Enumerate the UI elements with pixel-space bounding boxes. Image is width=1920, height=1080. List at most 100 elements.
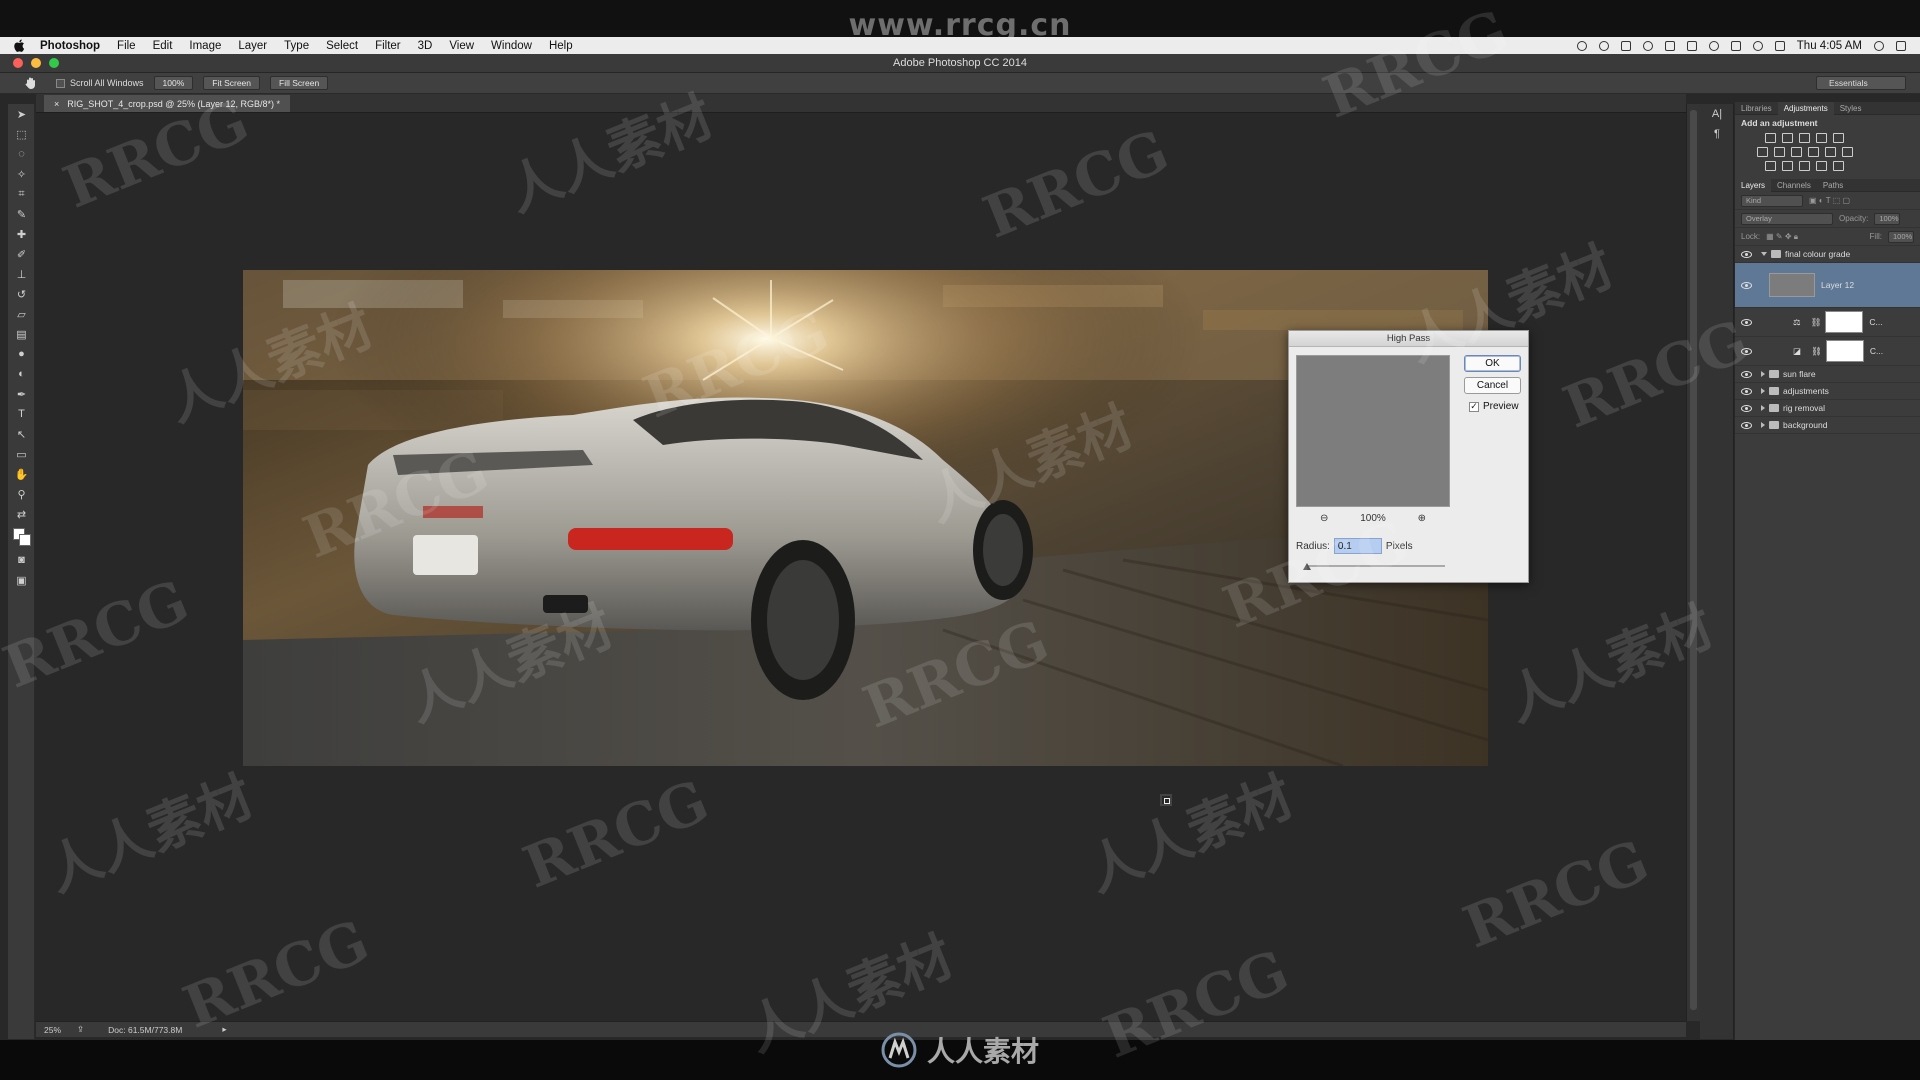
path-selection-tool-icon[interactable]: ↖ <box>8 424 35 444</box>
layer-mask-thumbnail[interactable] <box>1825 311 1864 333</box>
magic-wand-tool-icon[interactable]: ✧ <box>8 164 35 184</box>
menu-edit[interactable]: Edit <box>153 40 173 52</box>
levels-adjustment-icon[interactable] <box>1782 133 1793 143</box>
collapse-triangle-icon[interactable] <box>1761 405 1765 411</box>
eyedropper-tool-icon[interactable]: ✎ <box>8 204 35 224</box>
zoom-tool-icon[interactable]: ⚲ <box>8 484 35 504</box>
close-window-icon[interactable] <box>13 58 23 68</box>
opacity-input[interactable]: 100% <box>1874 212 1901 225</box>
swap-colors-icon[interactable]: ⇄ <box>8 504 35 524</box>
volume-icon[interactable] <box>1774 40 1785 51</box>
fill-input[interactable]: 100% <box>1888 230 1914 243</box>
menu-file[interactable]: File <box>117 40 136 52</box>
slider-knob[interactable] <box>1303 563 1311 570</box>
visibility-eye-icon[interactable] <box>1735 370 1757 378</box>
menu-app-photoshop[interactable]: Photoshop <box>40 40 100 52</box>
color-swatches-icon[interactable] <box>8 524 35 550</box>
layer-layer-12[interactable]: Layer 12 <box>1735 263 1920 308</box>
quick-mask-icon[interactable]: ◙ <box>8 550 35 570</box>
gradient-tool-icon[interactable]: ▤ <box>8 324 35 344</box>
hand-tool-panel-icon[interactable]: ✋ <box>8 464 35 484</box>
vibrance-adjustment-icon[interactable] <box>1833 133 1844 143</box>
channel-mixer-adjustment-icon[interactable] <box>1825 147 1836 157</box>
dodge-tool-icon[interactable]: ◐ <box>8 364 35 384</box>
menu-window[interactable]: Window <box>491 40 532 52</box>
hue-saturation-adjustment-icon[interactable] <box>1757 147 1768 157</box>
tab-styles[interactable]: Styles <box>1834 104 1868 113</box>
wifi-icon[interactable] <box>1752 40 1763 51</box>
cancel-button[interactable]: Cancel <box>1464 377 1521 394</box>
notification-center-icon[interactable] <box>1896 40 1906 51</box>
collapse-triangle-icon[interactable] <box>1761 422 1765 428</box>
visibility-eye-icon[interactable] <box>1735 250 1757 258</box>
vertical-scrollbar[interactable] <box>1686 104 1700 1021</box>
lasso-tool-icon[interactable]: ◌ <box>8 144 35 164</box>
preview-checkbox[interactable]: ✓ <box>1469 401 1479 412</box>
visibility-eye-icon[interactable] <box>1735 404 1757 412</box>
layer-group-final-colour-grade[interactable]: final colour grade <box>1735 246 1920 263</box>
scroll-all-windows-checkbox[interactable] <box>56 78 65 88</box>
color-lookup-adjustment-icon[interactable] <box>1842 147 1853 157</box>
hand-tool-icon[interactable] <box>24 76 40 90</box>
radius-input[interactable] <box>1333 538 1382 554</box>
pen-tool-icon[interactable]: ✒ <box>8 384 35 404</box>
move-tool-icon[interactable]: ➤ <box>8 104 35 124</box>
layer-group-sun-flare[interactable]: sun flare <box>1735 366 1920 383</box>
selective-color-adjustment-icon[interactable] <box>1833 161 1844 171</box>
exposure-adjustment-icon[interactable] <box>1816 133 1827 143</box>
document-tab[interactable]: × RIG_SHOT_4_crop.psd @ 25% (Layer 12, R… <box>44 95 290 112</box>
visibility-eye-icon[interactable] <box>1735 347 1757 355</box>
shape-tool-icon[interactable]: ▭ <box>8 444 35 464</box>
zoom-100-button[interactable]: 100% <box>153 76 194 90</box>
menu-layer[interactable]: Layer <box>238 40 267 52</box>
menu-select[interactable]: Select <box>326 40 358 52</box>
blur-tool-icon[interactable]: ● <box>8 344 35 364</box>
clone-stamp-tool-icon[interactable]: ⊥ <box>8 264 35 284</box>
time-machine-icon[interactable] <box>1708 40 1719 51</box>
eraser-tool-icon[interactable]: ▱ <box>8 304 35 324</box>
type-tool-icon[interactable]: T <box>8 404 35 424</box>
tab-libraries[interactable]: Libraries <box>1735 104 1778 113</box>
expand-triangle-icon[interactable] <box>1761 252 1767 256</box>
visibility-eye-icon[interactable] <box>1735 421 1757 429</box>
bluetooth-icon[interactable] <box>1730 40 1741 51</box>
layer-adjustment-1[interactable]: ⚖ ⛓ C... <box>1735 308 1920 337</box>
tab-layers[interactable]: Layers <box>1735 178 1772 192</box>
brush-tool-icon[interactable]: ✐ <box>8 244 35 264</box>
collapse-triangle-icon[interactable] <box>1761 388 1765 394</box>
crop-tool-icon[interactable]: ⌗ <box>8 184 35 204</box>
chain-link-icon[interactable]: ⛓ <box>1811 346 1822 357</box>
menu-help[interactable]: Help <box>549 40 573 52</box>
menu-image[interactable]: Image <box>189 40 221 52</box>
fill-screen-button[interactable]: Fill Screen <box>270 76 329 90</box>
tab-paths[interactable]: Paths <box>1817 181 1849 190</box>
menu-type[interactable]: Type <box>284 40 309 52</box>
layer-adjustment-2[interactable]: ◪ ⛓ C... <box>1735 337 1920 366</box>
creative-cloud-icon[interactable] <box>1598 40 1609 51</box>
menu-filter[interactable]: Filter <box>375 40 401 52</box>
visibility-eye-icon[interactable] <box>1735 318 1757 326</box>
tab-channels[interactable]: Channels <box>1771 181 1817 190</box>
sync-icon[interactable] <box>1642 40 1653 51</box>
menu-view[interactable]: View <box>449 40 474 52</box>
zoom-out-icon[interactable]: ⊖ <box>1320 513 1328 524</box>
upload-icon[interactable] <box>1664 40 1675 51</box>
character-panel-icon[interactable]: A| <box>1700 104 1734 124</box>
threshold-adjustment-icon[interactable] <box>1799 161 1810 171</box>
zoom-window-icon[interactable] <box>49 58 59 68</box>
display-icon[interactable] <box>1686 40 1697 51</box>
menubar-clock[interactable]: Thu 4:05 AM <box>1797 40 1862 52</box>
record-icon[interactable] <box>1576 40 1587 51</box>
dropbox-icon[interactable] <box>1620 40 1631 51</box>
layer-group-rig-removal[interactable]: rig removal <box>1735 400 1920 417</box>
layer-kind-filter[interactable]: Kind <box>1741 194 1803 207</box>
curves-adjustment-icon[interactable] <box>1799 133 1810 143</box>
paragraph-panel-icon[interactable]: ¶ <box>1700 124 1734 144</box>
history-brush-tool-icon[interactable]: ↺ <box>8 284 35 304</box>
gradient-map-adjustment-icon[interactable] <box>1816 161 1827 171</box>
layer-group-background[interactable]: background <box>1735 417 1920 434</box>
tab-adjustments[interactable]: Adjustments <box>1777 101 1834 115</box>
close-tab-icon[interactable]: × <box>54 99 59 109</box>
workspace-switcher[interactable]: Essentials <box>1816 76 1906 90</box>
healing-brush-tool-icon[interactable]: ✚ <box>8 224 35 244</box>
